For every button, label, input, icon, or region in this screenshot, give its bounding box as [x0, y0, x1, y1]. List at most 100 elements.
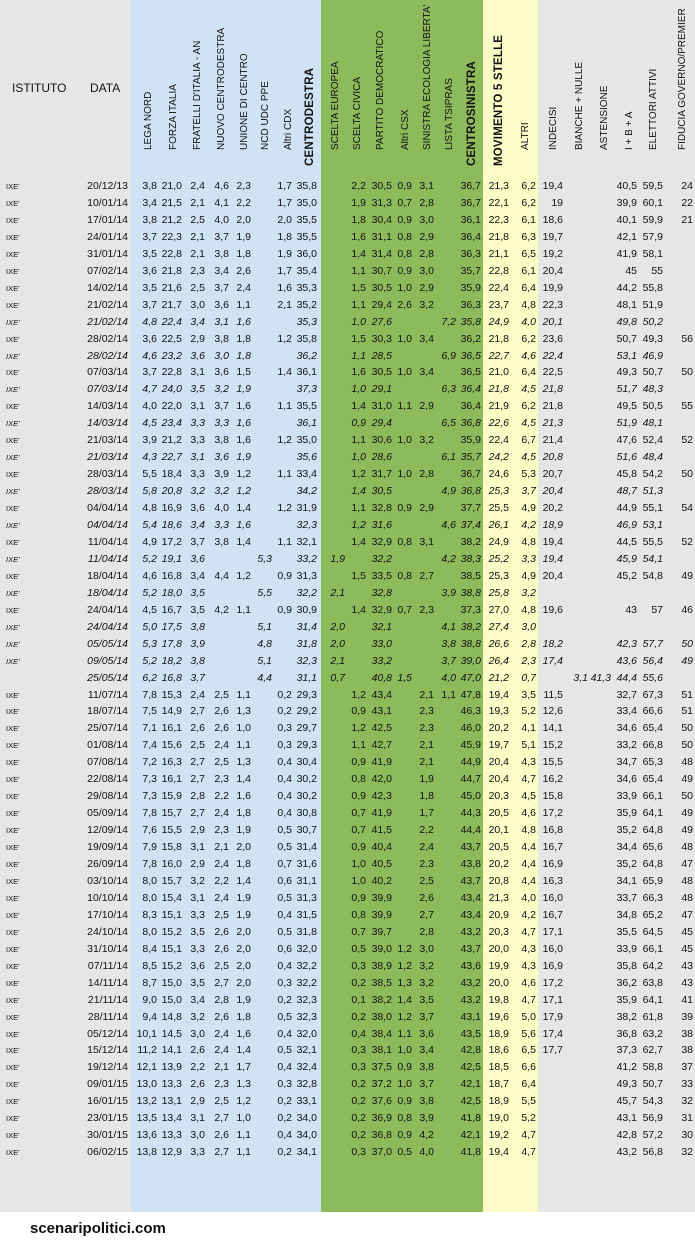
cell-value: 49 [681, 654, 693, 667]
cell-value: 4,5 [521, 790, 536, 803]
cell-value: 49 [681, 569, 693, 582]
cell-value: 17,9 [542, 1010, 563, 1023]
cell-value: 5,1 [521, 739, 536, 752]
cell-value: 2,0 [330, 637, 345, 650]
cell-istituto: IXE' [6, 1063, 20, 1073]
cell-data: 01/08/14 [87, 739, 128, 752]
cell-data: 19/09/14 [87, 841, 128, 854]
cell-value: 62,7 [642, 1044, 663, 1057]
cell-value: 38,2 [460, 535, 481, 548]
cell-value: 2,1 [419, 756, 434, 769]
cell-value: 33,4 [296, 468, 317, 481]
cell-value: 35,8 [296, 332, 317, 345]
cell-value: 19,7 [488, 739, 509, 752]
cell-value: 4,8 [521, 824, 536, 837]
cell-value: 20,2 [488, 858, 509, 870]
cell-istituto: IXE' [6, 385, 20, 395]
cell-value: 20,3 [488, 925, 509, 938]
cell-value: 1,2 [236, 468, 251, 481]
cell-value: 6,2 [521, 180, 536, 192]
cell-value: 35,9 [460, 434, 481, 447]
cell-value: 6,5 [521, 247, 536, 260]
cell-value: 42,0 [371, 773, 392, 786]
cell-value: 66,1 [642, 790, 663, 803]
cell-value: 5,5 [257, 586, 272, 599]
cell-value: 2,5 [419, 874, 434, 887]
cell-data: 29/08/14 [87, 790, 128, 803]
cell-data: 05/12/14 [87, 1027, 128, 1040]
cell-value: 36,1 [460, 213, 481, 226]
cell-value: 36,4 [460, 400, 481, 413]
cell-value: 19 [551, 196, 563, 209]
cell-value: 32,2 [371, 552, 392, 565]
cell-value: 22,8 [488, 264, 509, 277]
cell-value: 16,3 [542, 874, 563, 887]
cell-value: 46,3 [460, 705, 481, 718]
cell-value: 1,9 [236, 451, 251, 464]
cell-istituto: IXE' [6, 232, 20, 242]
cell-data: 04/04/14 [87, 519, 128, 531]
cell-value: 32,1 [371, 620, 392, 633]
cell-value: 1,8 [236, 332, 251, 345]
cell-value: 55 [651, 264, 663, 277]
cell-value: 29,1 [371, 383, 392, 396]
cell-value: 2,0 [236, 959, 251, 972]
cell-value: 48 [681, 874, 693, 887]
cell-value: 18,6 [488, 1044, 509, 1057]
cell-data: 24/01/14 [87, 230, 128, 243]
cell-value: 4,0 [521, 891, 536, 904]
cell-value: 2,3 [419, 858, 434, 870]
cell-value: 1,1 [236, 603, 251, 616]
cell-value: 33,2 [296, 552, 317, 565]
cell-value: 2,3 [521, 654, 536, 667]
cell-value: 64,2 [642, 959, 663, 972]
header-fiducia: FIDUCIA GOVERNO/PREMIER [677, 8, 688, 150]
cell-data: 03/10/14 [87, 874, 128, 887]
cell-value: 58,8 [642, 1061, 663, 1074]
cell-value: 1,4 [236, 773, 251, 786]
cell-value: 35,9 [460, 281, 481, 294]
header-bianche: BIANCHE + NULLE [574, 61, 585, 150]
cell-data: 11/07/14 [87, 688, 128, 701]
cell-istituto: IXE' [6, 605, 20, 615]
cell-value: 4,7 [521, 1146, 536, 1159]
cell-value: 1,6 [236, 1027, 251, 1040]
header-altricdx: Altri CDX [283, 108, 294, 150]
cell-value: 4,4 [521, 841, 536, 854]
cell-value: 55,8 [642, 281, 663, 294]
cell-value: 63,8 [642, 976, 663, 989]
cell-istituto: IXE' [6, 317, 20, 327]
cell-istituto: IXE' [6, 571, 20, 581]
cell-data: 07/03/14 [87, 383, 128, 396]
cell-value: 36,8 [460, 485, 481, 498]
cell-istituto: IXE' [6, 656, 20, 666]
cell-value: 1,9 [236, 908, 251, 921]
cell-value: 43,2 [460, 925, 481, 938]
cell-value: 1,8 [236, 349, 251, 362]
cell-value: 54,2 [642, 468, 663, 481]
cell-value: 30,4 [296, 756, 317, 769]
cell-value: 35,0 [296, 434, 317, 447]
cell-value: 22 [681, 196, 693, 209]
cell-value: 20,5 [488, 841, 509, 854]
cell-value: 37,7 [460, 502, 481, 515]
cell-value: 36,7 [460, 468, 481, 481]
header-data: DATA [90, 81, 121, 95]
cell-value: 5,1 [257, 620, 272, 633]
header-ncdudc: NCD UDC PPE [260, 81, 271, 150]
cell-value: 65,2 [642, 908, 663, 921]
cell-value: 44,9 [460, 756, 481, 769]
cell-value: 25,3 [488, 485, 509, 498]
cell-value: 35,4 [296, 264, 317, 277]
cell-value: 61,8 [642, 1010, 663, 1023]
cell-value: 4,6 [521, 807, 536, 820]
cell-value: 31,4 [296, 620, 317, 633]
cell-value: 3,2 [419, 959, 434, 972]
cell-value: 6,5 [521, 1044, 536, 1057]
cell-value: 18,2 [542, 637, 563, 650]
cell-value: 42,8 [460, 1044, 481, 1057]
cell-value: 21,0 [488, 366, 509, 379]
cell-value: 35,8 [460, 315, 481, 328]
cell-value: 34,2 [296, 485, 317, 498]
cell-value: 19,8 [488, 993, 509, 1006]
